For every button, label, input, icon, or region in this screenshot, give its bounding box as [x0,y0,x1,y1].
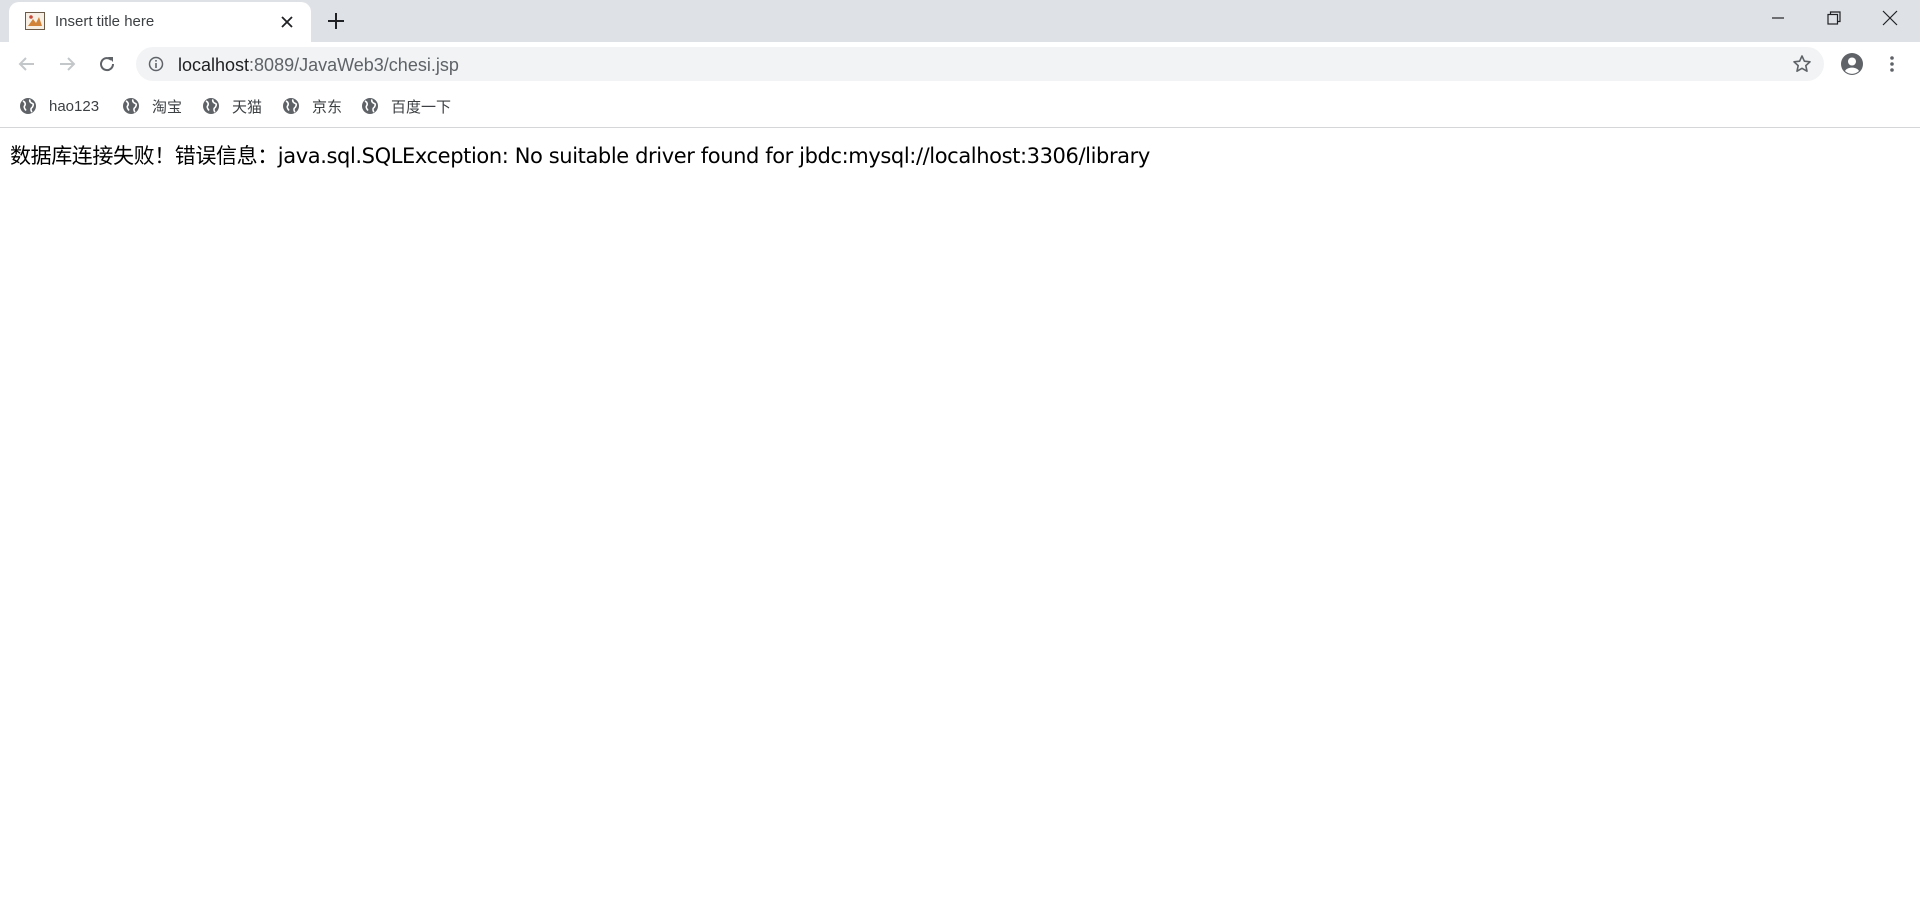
bookmark-tmall[interactable]: 天猫 [202,95,262,117]
reload-icon[interactable] [93,50,121,78]
bookmark-label: 京东 [312,98,343,116]
globe-icon [283,98,299,114]
address-bar[interactable]: localhost:8089/JavaWeb3/chesi.jsp [136,47,1824,81]
tab-active[interactable]: Insert title here [9,2,311,42]
bookmark-jd[interactable]: 京东 [282,95,342,117]
bookmark-baidu[interactable]: 百度一下 [361,95,451,117]
back-arrow-icon[interactable] [13,50,41,78]
bookmark-label: 天猫 [232,98,263,116]
globe-icon [20,98,36,114]
bookmark-label: 百度一下 [391,98,452,116]
globe-icon [203,98,219,114]
bookmark-label: hao123 [49,97,100,115]
globe-icon [123,98,139,114]
bookmark-hao123[interactable]: hao123 [19,95,99,117]
page-favicon-icon [25,12,45,30]
url-path: :8089/JavaWeb3/chesi.jsp [249,55,459,75]
database-error-message: 数据库连接失败！错误信息：java.sql.SQLException: No s… [10,144,1150,168]
menu-kebab-icon[interactable] [1878,50,1906,78]
bookmark-label: 淘宝 [152,98,183,116]
tab-title: Insert title here [55,13,155,30]
globe-icon [362,98,378,114]
bookmark-taobao[interactable]: 淘宝 [122,95,182,117]
bookmark-star-icon[interactable] [1792,54,1812,74]
browser-toolbar: localhost:8089/JavaWeb3/chesi.jsp [0,42,1920,86]
profile-avatar-icon[interactable] [1838,50,1866,78]
forward-arrow-icon[interactable] [53,50,81,78]
site-info-icon[interactable] [148,56,164,72]
tab-strip: Insert title here [0,0,1920,42]
minimize-window-icon[interactable] [1750,0,1806,36]
close-window-icon[interactable] [1862,0,1918,36]
new-tab-plus-icon[interactable] [325,10,347,32]
url-host: localhost [178,55,250,75]
restore-window-icon[interactable] [1806,0,1862,36]
bookmarks-bar: hao123 淘宝 天猫 京东 百度一下 [0,86,1920,128]
tab-close-icon[interactable] [278,13,296,31]
page-content: 数据库连接失败！错误信息：java.sql.SQLException: No s… [0,129,1920,913]
url-text[interactable]: localhost:8089/JavaWeb3/chesi.jsp [178,55,459,76]
